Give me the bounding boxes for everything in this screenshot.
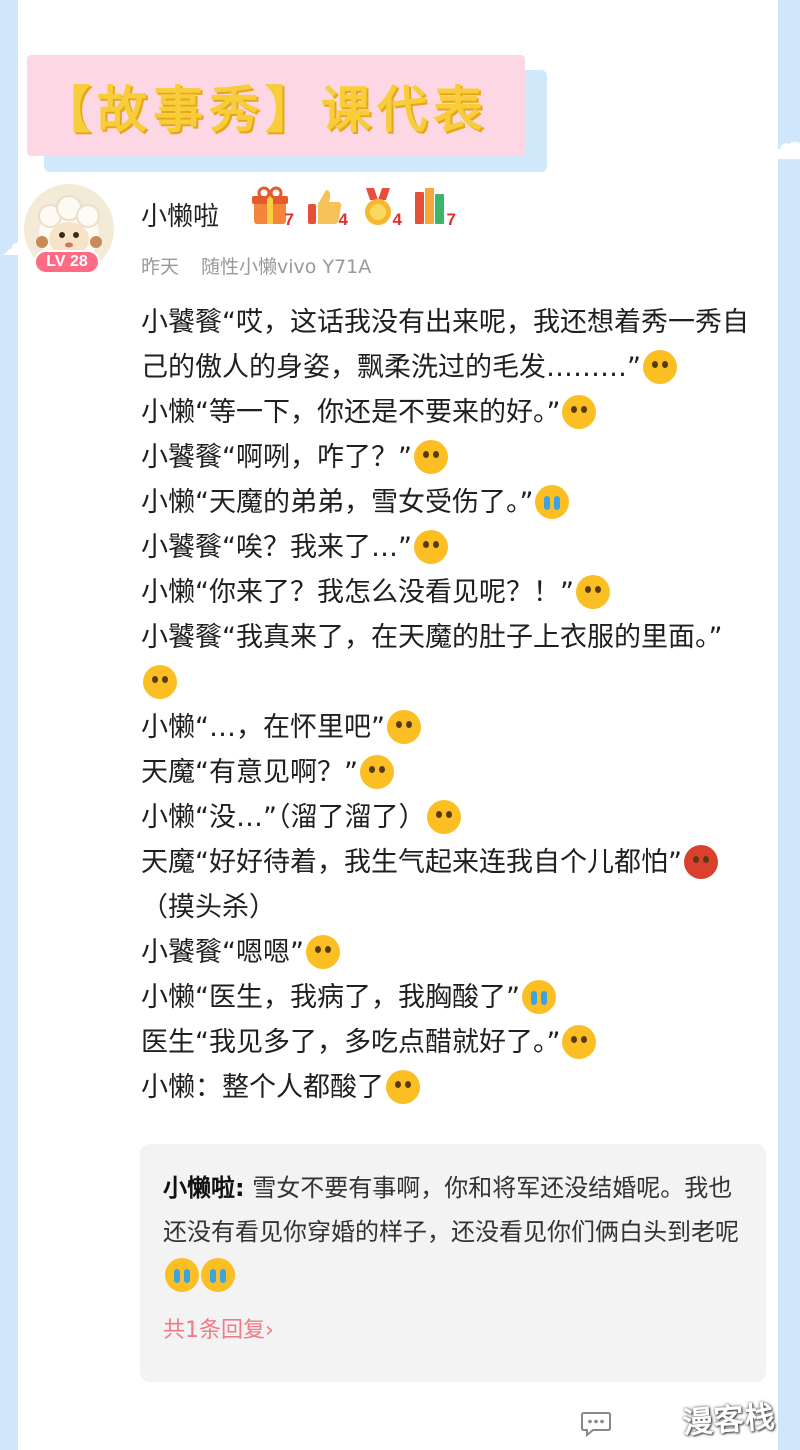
post-line: 小懒：整个人都酸了 (141, 1065, 756, 1110)
post-line-text: 小饕餮“唉？我来了…” (141, 532, 412, 563)
gift-badge-icon[interactable]: 7 (250, 186, 294, 230)
post-line-text: 医生“我见多了，多吃点醋就好了。” (141, 1027, 561, 1058)
post-line-text: 小懒“天魔的弟弟，雪女受伤了。” (141, 487, 534, 518)
post-line-text: 小饕餮“我真来了，在天魔的肚子上衣服的里面。” (141, 622, 723, 653)
post-line: 小饕餮“哎，这话我没有出来呢，我还想着秀一秀自己的傲人的身姿，飘柔洗过的毛发……… (141, 300, 756, 390)
post-line-text: （摸头杀） (141, 892, 276, 923)
post-line: 小懒“医生，我病了，我胸酸了” (141, 975, 756, 1020)
badge-count: 4 (392, 210, 402, 229)
story-banner: 【故事秀】课代表 (27, 55, 525, 156)
banner-title: 【故事秀】课代表 (41, 79, 489, 139)
laughing-emoji-icon (143, 665, 177, 699)
post-line-text: 小饕餮“嗯嗯” (141, 937, 304, 968)
post-line: 小饕餮“我真来了，在天魔的肚子上衣服的里面。” (141, 615, 756, 705)
badge-count: 7 (284, 210, 294, 229)
crying-emoji-icon (165, 1258, 199, 1292)
smile-emoji-icon (643, 350, 677, 384)
badge-count: 7 (446, 210, 456, 229)
username[interactable]: 小懒啦 (141, 196, 219, 233)
medal-badge-icon[interactable]: 4 (358, 186, 402, 230)
post-line-text: 小懒“没…”（溜了溜了） (141, 802, 426, 833)
post-line: 医生“我见多了，多吃点醋就好了。” (141, 1020, 756, 1065)
crying-emoji-icon (201, 1258, 235, 1292)
post-line: 小懒“你来了？我怎么没看见呢？！” (141, 570, 756, 615)
cloud-face-emoji-icon (413, 530, 448, 564)
post-device: 随性小懒vivo Y71A (201, 256, 372, 278)
comment-author[interactable]: 小懒啦: (163, 1174, 245, 1202)
post-body: 小饕餮“哎，这话我没有出来呢，我还想着秀一秀自己的傲人的身姿，飘柔洗过的毛发……… (141, 300, 756, 1110)
post-line-text: 天魔“好好待着，我生气起来连我自个儿都怕” (141, 847, 682, 878)
smile-emoji-icon (386, 710, 421, 744)
post-line: 天魔“有意见啊？” (141, 750, 756, 795)
post-line: 小饕餮“啊咧，咋了？” (141, 435, 756, 480)
comment-icon[interactable] (581, 1411, 611, 1441)
post-line-text: 小懒：整个人都酸了 (141, 1072, 384, 1103)
comment-body: 雪女不要有事啊，你和将军还没结婚呢。我也还没有看见你穿婚的样子，还没看见你们俩白… (163, 1174, 739, 1246)
post-line: 小饕餮“唉？我来了…” (141, 525, 756, 570)
sweat-emoji-icon (562, 395, 597, 429)
crying-emoji-icon (535, 485, 570, 519)
view-replies-link[interactable]: 共1条回复› (163, 1312, 274, 1344)
thumbs-up-badge-icon[interactable]: 4 (304, 186, 348, 230)
post-line-text: 小饕餮“啊咧，咋了？” (141, 442, 412, 473)
post-line-text: 天魔“有意见啊？” (141, 757, 358, 788)
post-line: 小懒“…，在怀里吧” (141, 705, 756, 750)
post-line: 天魔“好好待着，我生气起来连我自个儿都怕” （摸头杀） (141, 840, 756, 930)
confused-emoji-icon (413, 440, 448, 474)
watermark-logo: 漫客栈 (681, 1399, 777, 1442)
books-badge-icon[interactable]: 7 (412, 186, 456, 230)
angry-emoji-icon (683, 845, 718, 879)
post-line: 小饕餮“嗯嗯” (141, 930, 756, 975)
annoyed-emoji-icon (359, 755, 394, 789)
doctor-emoji-icon (562, 1025, 597, 1059)
post-meta: 昨天 随性小懒vivo Y71A (141, 252, 371, 279)
surprised-emoji-icon (575, 575, 610, 609)
laughing-emoji-icon (386, 1070, 420, 1104)
post-line: 小懒“等一下，你还是不要来的好。” (141, 390, 756, 435)
post-line-text: 小懒“…，在怀里吧” (141, 712, 385, 743)
post-line-text: 小懒“医生，我病了，我胸酸了” (141, 982, 520, 1013)
crying-emoji-icon (521, 980, 556, 1014)
post-line: 小懒“没…”（溜了溜了） (141, 795, 756, 840)
comment-text-block: 小懒啦: 雪女不要有事啊，你和将军还没结婚呢。我也还没有看见你穿婚的样子，还没看… (163, 1166, 744, 1298)
badge-count: 4 (338, 210, 348, 229)
zipped-mouth-emoji-icon (427, 800, 462, 834)
smile-emoji-icon (305, 935, 340, 969)
comment-box[interactable]: 小懒啦: 雪女不要有事啊，你和将军还没结婚呢。我也还没有看见你穿婚的样子，还没看… (140, 1144, 766, 1382)
reply-count-label: 共1条回复 (163, 1318, 265, 1343)
post-time: 昨天 (141, 256, 180, 278)
badge-row: 7 4 4 7 (250, 186, 456, 230)
cloud-decoration-icon: ☁ (765, 115, 800, 171)
level-badge: LV 28 (34, 250, 100, 274)
chevron-right-icon: › (265, 1318, 274, 1343)
post-line: 小懒“天魔的弟弟，雪女受伤了。” (141, 480, 756, 525)
post-line-text: 小懒“等一下，你还是不要来的好。” (141, 397, 561, 428)
post-line-text: 小懒“你来了？我怎么没看见呢？！” (141, 577, 574, 608)
